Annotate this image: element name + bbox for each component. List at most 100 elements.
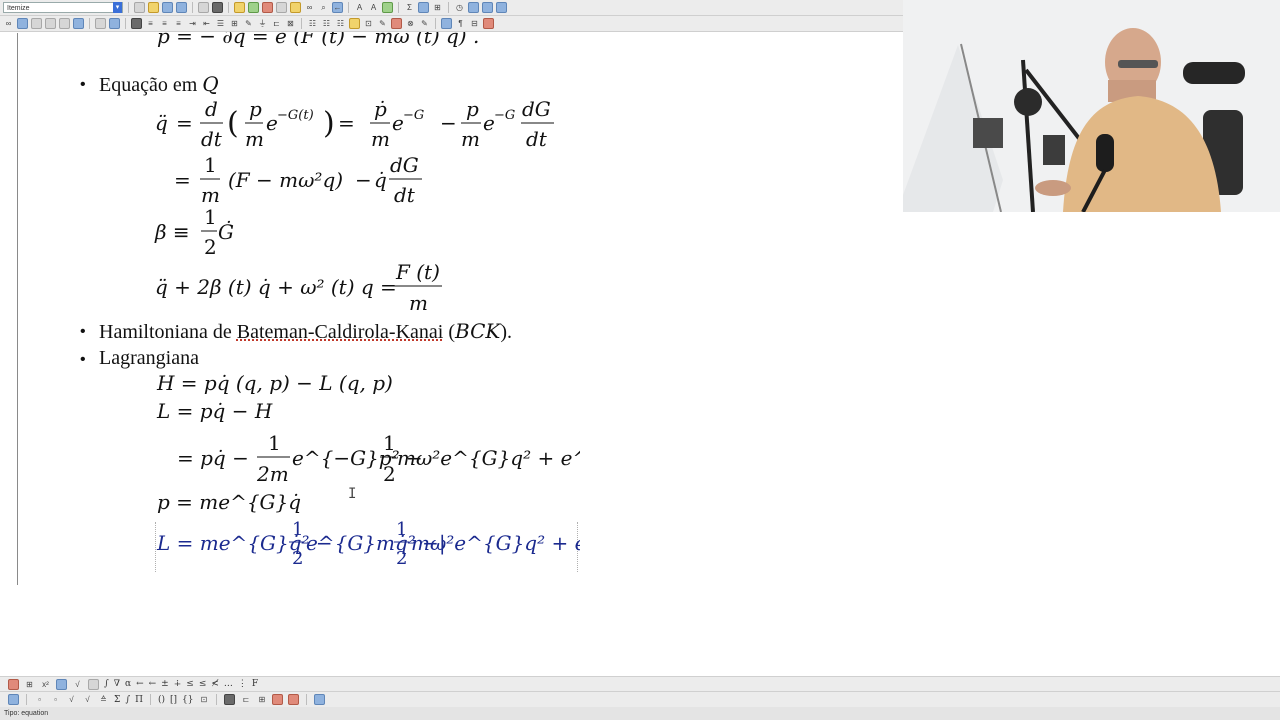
math-superscript-icon[interactable]: x² — [40, 679, 51, 690]
cross-ref-icon[interactable]: ⊗ — [405, 18, 416, 29]
filter-icon[interactable]: ⏚ — [257, 18, 268, 29]
equation-lagrangian-bck-selected[interactable]: L = me^{G}q̇² − 1 2 e^{G}mq̇² −| 1 2 mω²… — [150, 516, 580, 572]
list-icon[interactable]: ☰ — [215, 18, 226, 29]
hierarchy-icon[interactable]: ⊏ — [271, 18, 282, 29]
marginal-note-icon[interactable] — [391, 18, 402, 29]
brush-icon[interactable]: ✎ — [243, 18, 254, 29]
item-lagrangiana[interactable]: Lagrangiana — [99, 347, 199, 370]
columns-icon[interactable]: ⊞ — [229, 18, 240, 29]
math-brace-button[interactable]: {} — [182, 695, 193, 705]
math-delim-icon[interactable] — [88, 678, 99, 690]
math-matrix2-icon[interactable] — [224, 694, 236, 705]
math-integral-button[interactable]: ∫ — [104, 679, 109, 689]
math-nless-button[interactable]: ≮ — [211, 679, 219, 689]
paragraph-mark-icon[interactable]: ¶ — [455, 18, 466, 29]
open-folder-icon[interactable] — [148, 2, 159, 13]
equation-damped-oscillator[interactable]: q̈ + 2β (t) q̇ + ω² (t) q = F (t) m — [150, 260, 470, 316]
math-alpha-button[interactable]: α — [125, 679, 131, 689]
cut-icon[interactable] — [262, 2, 273, 13]
label-icon[interactable]: ⊡ — [363, 18, 374, 29]
text-style-icon[interactable] — [95, 18, 106, 29]
view-dvi-icon[interactable] — [468, 2, 479, 13]
footnote-icon[interactable]: ✎ — [377, 18, 388, 29]
math-nabla-button[interactable]: ∇ — [114, 679, 120, 689]
zoom-icon[interactable] — [45, 18, 56, 29]
math-font-icon[interactable] — [56, 678, 67, 690]
paste-icon[interactable] — [290, 2, 301, 13]
math-f-button[interactable]: F — [252, 679, 258, 689]
math-integral2-button[interactable]: ∫ — [125, 695, 130, 705]
equation-q-ddot-line2[interactable]: = 1 m (F − mω²q) − q̇ dG dt — [150, 152, 450, 208]
math-root2-icon[interactable]: √ — [82, 694, 93, 705]
equation-hamiltonian[interactable]: H = pq̇ (q, p) − L (q, p) — [157, 371, 393, 395]
math-arrow2-button[interactable]: ← — [149, 679, 157, 689]
save-icon[interactable] — [176, 2, 187, 13]
redo-icon[interactable] — [248, 2, 259, 13]
glasses-icon[interactable]: ∞ — [3, 18, 14, 29]
description-list-icon[interactable]: ☷ — [335, 18, 346, 29]
open-recent-icon[interactable] — [162, 2, 173, 13]
math-bracket-button[interactable]: [] — [170, 695, 177, 705]
math-accent-icon[interactable]: ≙ — [98, 694, 109, 705]
equation-beta-definition[interactable]: β ≡ 1 2 Ġ — [150, 206, 270, 262]
math-sum-icon[interactable]: Σ — [404, 2, 415, 13]
insert-table-icon[interactable] — [418, 2, 429, 13]
align-right-icon[interactable]: ≡ — [173, 18, 184, 29]
search-icon[interactable]: ⌕ — [318, 2, 329, 13]
new-document-icon[interactable] — [134, 2, 145, 13]
binoculars-icon[interactable]: ∞ — [304, 2, 315, 13]
insert-figure-icon[interactable] — [382, 2, 393, 13]
bookmark-icon[interactable] — [483, 18, 494, 29]
math-delete-col-icon[interactable] — [288, 694, 300, 705]
bullet-list-icon[interactable]: ☷ — [307, 18, 318, 29]
math-subscript-icon[interactable]: ▫ — [34, 694, 45, 705]
indent-icon[interactable]: ⇥ — [187, 18, 198, 29]
math-dotplus-button[interactable]: ∔ — [174, 679, 182, 689]
math-delete-row-icon[interactable] — [272, 694, 284, 705]
math-matrix-icon[interactable]: ⊞ — [24, 679, 35, 690]
refresh-icon[interactable] — [17, 18, 28, 29]
math-vdots-button[interactable]: ⋮ — [238, 679, 247, 689]
equation-q-ddot[interactable]: q̈ = d dt ( p m e −G(t) ) = ṗ m e −G − p… — [150, 95, 570, 153]
item-equacao-em-q[interactable]: Equação em Q — [99, 72, 219, 97]
math-superscript2-icon[interactable]: ▫ — [50, 694, 61, 705]
view-pdf-icon[interactable] — [482, 2, 493, 13]
close-box-icon[interactable]: ⊠ — [285, 18, 296, 29]
fit-width-icon[interactable] — [59, 18, 70, 29]
math-paren-button[interactable]: () — [158, 695, 165, 705]
insert-graphics-icon[interactable]: ⊞ — [432, 2, 443, 13]
track-changes-icon[interactable] — [31, 18, 42, 29]
chevron-down-icon[interactable]: ▾ — [113, 2, 122, 13]
sidebar-toggle-icon[interactable] — [73, 18, 84, 29]
undo-icon[interactable] — [234, 2, 245, 13]
numbered-list-icon[interactable]: ☷ — [321, 18, 332, 29]
item-hamiltoniana[interactable]: Hamiltoniana de Bateman-Caldirola-Kanai … — [99, 319, 512, 344]
math-sqrt-icon[interactable]: √ — [72, 679, 83, 690]
clock-icon[interactable]: ◷ — [454, 2, 465, 13]
print-icon[interactable] — [198, 2, 209, 13]
math-plusminus-button[interactable]: ± — [161, 679, 169, 689]
math-cases-icon[interactable]: ⊏ — [240, 694, 251, 705]
math-macro-icon[interactable] — [314, 694, 326, 705]
math-box-icon[interactable]: ⊡ — [198, 694, 209, 705]
equation-momentum[interactable]: p = me^{G}q̇ — [157, 490, 301, 514]
text-style-active-icon[interactable] — [109, 18, 120, 29]
equation-lagrangian-def[interactable]: L = pq̇ − H — [157, 399, 272, 423]
toc-icon[interactable] — [441, 18, 452, 29]
math-array-icon[interactable]: ⊞ — [256, 694, 267, 705]
table-icon[interactable] — [131, 18, 142, 29]
paragraph-style-select[interactable]: Itemize ▾ — [3, 2, 123, 13]
equation-lagrangian-expanded[interactable]: = pq̇ − 1 2m e^{−G}p² − 1 2 mω²e^{G}q² +… — [150, 430, 580, 486]
align-left-icon[interactable]: ≡ — [145, 18, 156, 29]
math-arrow-button[interactable]: ← — [136, 679, 144, 689]
align-center-icon[interactable]: ≡ — [159, 18, 170, 29]
spellcheck-icon[interactable]: A — [354, 2, 365, 13]
copy-icon[interactable] — [276, 2, 287, 13]
math-frac-icon[interactable] — [8, 678, 19, 690]
math-sum-button[interactable]: Σ — [114, 695, 120, 705]
export-pdf-icon[interactable] — [212, 2, 223, 13]
math-product-button[interactable]: Π — [135, 695, 143, 705]
math-mode-icon[interactable]: ⊟ — [469, 18, 480, 29]
pen-icon[interactable]: ✎ — [419, 18, 430, 29]
math-panel-icon[interactable] — [8, 694, 19, 705]
